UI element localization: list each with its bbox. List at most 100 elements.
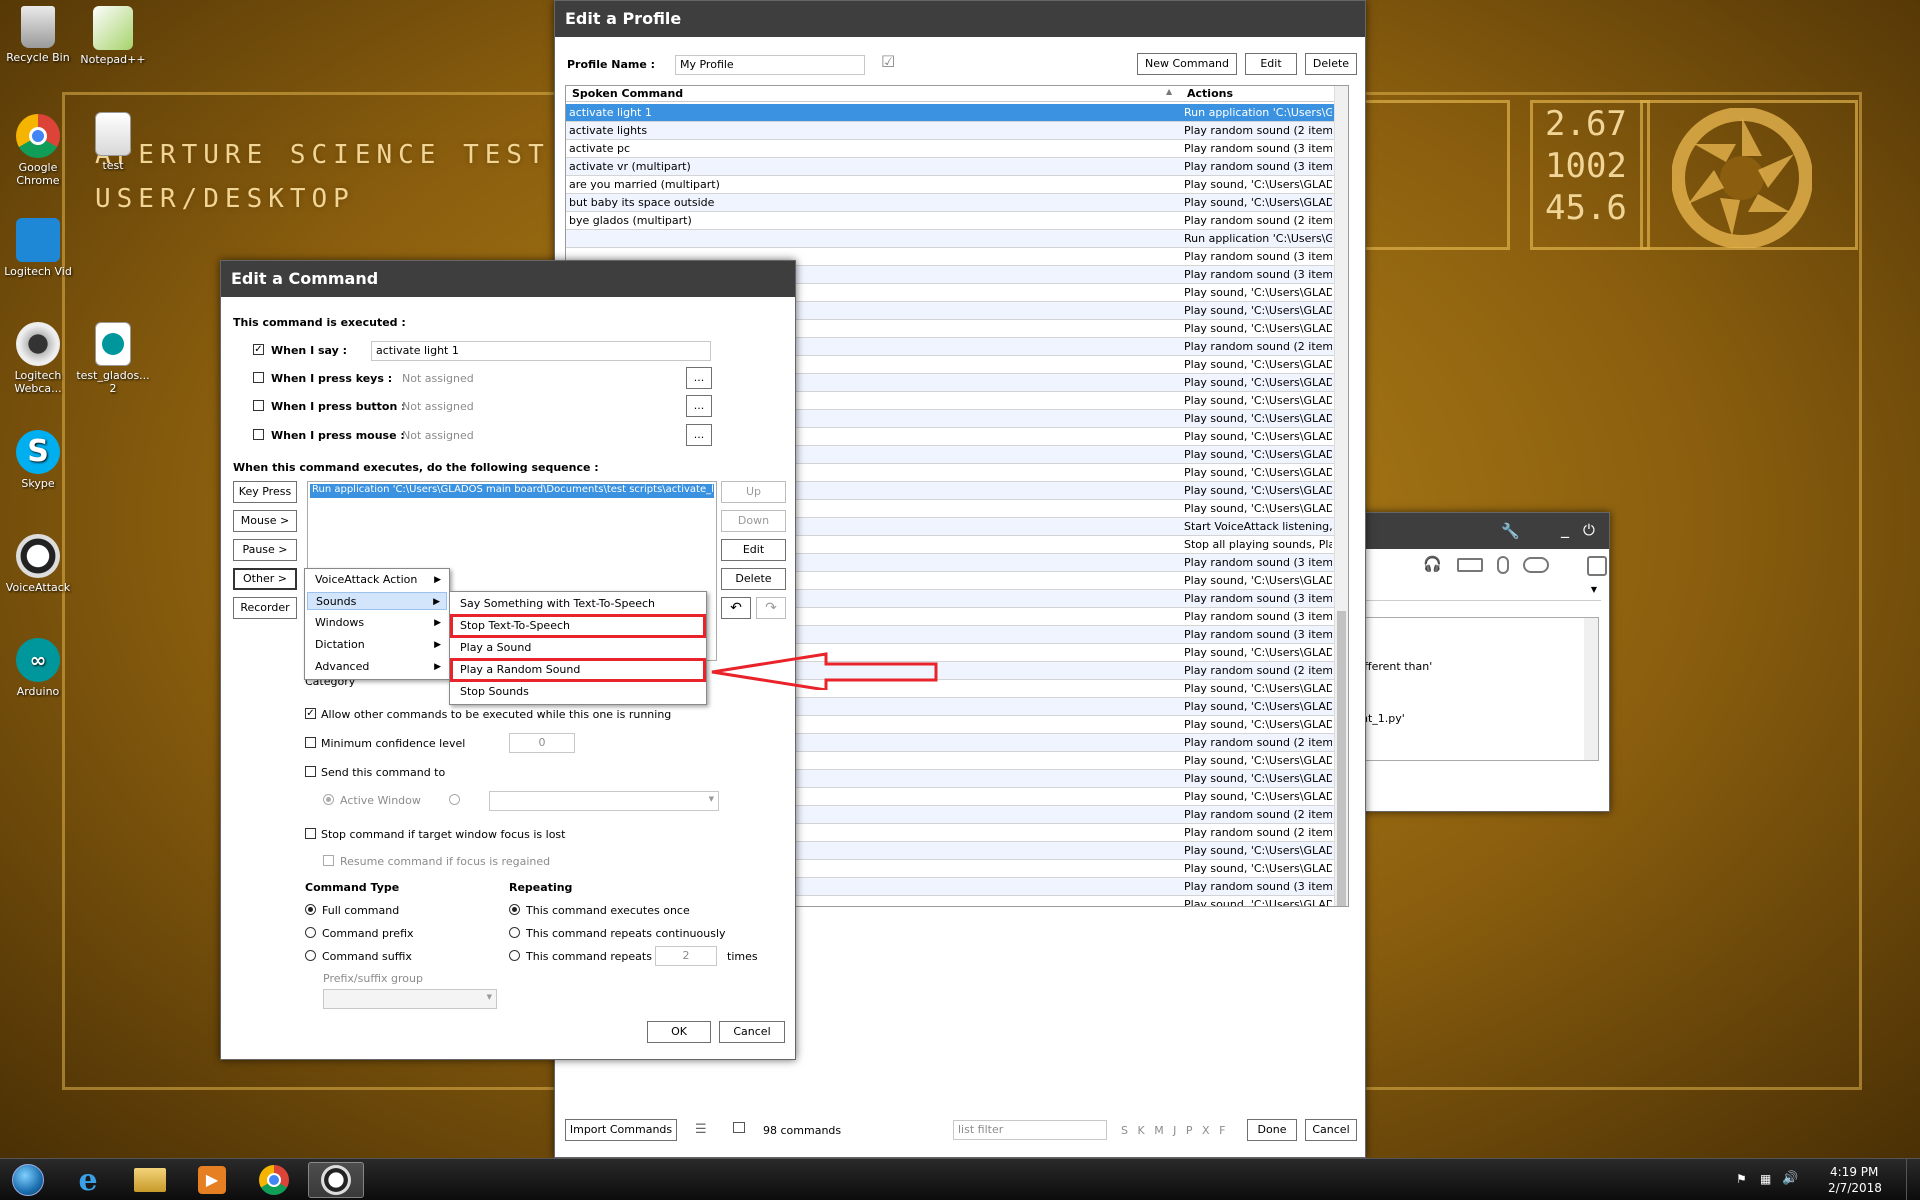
list-view-icon[interactable]: ☰ — [695, 1122, 707, 1137]
menu-item-stop-sounds[interactable]: Stop Sounds — [452, 683, 704, 701]
send-to-checkbox[interactable] — [305, 766, 316, 777]
executes-once-radio[interactable] — [509, 904, 520, 915]
clock-date[interactable]: 2/7/2018 — [1828, 1181, 1882, 1195]
gamepad-icon[interactable] — [1523, 557, 1549, 573]
menu-item-play-sound[interactable]: Play a Sound — [452, 639, 704, 657]
full-command-radio[interactable] — [305, 904, 316, 915]
mouse-button[interactable]: Mouse > — [233, 510, 297, 532]
new-command-button[interactable]: New Command — [1137, 53, 1237, 75]
allow-other-checkbox[interactable]: ✓ — [305, 708, 316, 719]
recorder-button[interactable]: Recorder — [233, 597, 297, 619]
menu-item-say-tts[interactable]: Say Something with Text-To-Speech — [452, 595, 704, 613]
profile-dropdown[interactable]: ▼ — [1351, 583, 1601, 601]
key-press-button[interactable]: Key Press — [233, 481, 297, 503]
delete-profile-button[interactable]: Delete — [1305, 53, 1357, 75]
table-row[interactable]: activate vr (multipart) Play random sound… — [566, 158, 1334, 176]
checkbox-icon[interactable] — [733, 1122, 745, 1133]
desktop-icon-recycle-bin[interactable]: Recycle Bin — [0, 6, 77, 64]
list-filter-input[interactable]: list filter — [953, 1120, 1107, 1140]
when-button-checkbox[interactable] — [253, 400, 264, 411]
stop-icon[interactable] — [1587, 556, 1607, 576]
when-i-say-input[interactable]: activate light 1 — [371, 341, 711, 361]
desktop-icon-voiceattack[interactable]: VoiceAttack — [0, 534, 77, 594]
volume-icon[interactable]: 🔊 — [1782, 1171, 1798, 1186]
desktop-icon-test[interactable]: test — [74, 112, 152, 172]
table-row[interactable]: Run application 'C:\Users\G... — [566, 230, 1334, 248]
taskbar-chrome[interactable] — [246, 1162, 302, 1198]
table-row[interactable]: but baby its space outside Play sound, 'C… — [566, 194, 1334, 212]
minimize-icon[interactable]: _ — [1561, 519, 1569, 538]
checkmark-icon[interactable]: ☑ — [881, 52, 895, 71]
when-keys-checkbox[interactable] — [253, 372, 264, 383]
command-prefix-radio[interactable] — [305, 927, 316, 938]
specific-window-radio[interactable] — [449, 794, 460, 805]
ok-button[interactable]: OK — [647, 1021, 711, 1043]
table-row[interactable]: bye glados (multipart) Play random sound … — [566, 212, 1334, 230]
command-suffix-radio[interactable] — [305, 950, 316, 961]
network-icon[interactable]: ▦ — [1760, 1172, 1771, 1186]
start-button[interactable] — [0, 1162, 56, 1198]
wrench-icon[interactable]: 🔧 — [1501, 522, 1520, 540]
desktop-icon-logitech-webcam[interactable]: Logitech Webca... — [0, 322, 77, 395]
delete-action-button[interactable]: Delete — [721, 568, 786, 590]
active-window-radio[interactable] — [323, 794, 334, 805]
undo-icon[interactable]: ↶ — [721, 597, 751, 619]
menu-item-advanced[interactable]: Advanced ▶ — [307, 658, 447, 676]
min-confidence-stepper[interactable]: 0 — [509, 733, 575, 753]
filter-letters[interactable]: S K M J P X F — [1121, 1124, 1228, 1137]
taskbar-internet-explorer[interactable]: e — [60, 1162, 116, 1198]
menu-item-sounds[interactable]: Sounds ▶ — [307, 592, 447, 610]
stop-if-lost-checkbox[interactable] — [305, 828, 316, 839]
up-button[interactable]: Up — [721, 481, 786, 503]
desktop-icon-arduino[interactable]: ∞ Arduino — [0, 638, 77, 698]
menu-item-dictation[interactable]: Dictation ▶ — [307, 636, 447, 654]
edit-profile-button[interactable]: Edit — [1245, 53, 1297, 75]
assign-keys-button[interactable]: ... — [686, 367, 712, 389]
action-sequence-item[interactable]: Run application 'C:\Users\GLADOS main bo… — [310, 484, 714, 498]
min-confidence-checkbox[interactable] — [305, 737, 316, 748]
power-icon[interactable]: ⏻ — [1583, 521, 1595, 539]
redo-icon[interactable]: ↷ — [756, 597, 786, 619]
log-scrollbar[interactable] — [1584, 618, 1598, 760]
desktop-icon-notepad[interactable]: Notepad++ — [74, 6, 152, 66]
notification-flag-icon[interactable]: ⚑ — [1736, 1172, 1747, 1186]
taskbar-file-explorer[interactable] — [122, 1162, 178, 1198]
taskbar-voiceattack[interactable] — [308, 1162, 364, 1198]
when-mouse-checkbox[interactable] — [253, 429, 264, 440]
repeat-count-stepper[interactable]: 2 — [655, 946, 717, 966]
desktop-icon-logitech-vid[interactable]: Logitech Vid — [0, 218, 77, 278]
pause-button[interactable]: Pause > — [233, 539, 297, 561]
menu-item-windows[interactable]: Windows ▶ — [307, 614, 447, 632]
scroll-thumb[interactable] — [1337, 611, 1346, 906]
mouse-icon[interactable] — [1497, 556, 1509, 574]
down-button[interactable]: Down — [721, 510, 786, 532]
repeats-radio[interactable] — [509, 950, 520, 961]
cancel-command-button[interactable]: Cancel — [719, 1021, 785, 1043]
cancel-profile-button[interactable]: Cancel — [1305, 1119, 1357, 1141]
edit-action-button[interactable]: Edit — [721, 539, 786, 561]
repeats-continuously-radio[interactable] — [509, 927, 520, 938]
table-row[interactable]: activate pc Play random sound (3 items... — [566, 140, 1334, 158]
prefix-group-select[interactable]: ▼ — [323, 989, 497, 1009]
desktop-icon-skype[interactable]: S Skype — [0, 430, 77, 490]
keyboard-icon[interactable] — [1457, 558, 1483, 572]
table-row[interactable]: activate light 1 Run application 'C:\User… — [566, 104, 1334, 122]
done-button[interactable]: Done — [1247, 1119, 1297, 1141]
column-header-actions[interactable]: Actions — [1187, 87, 1233, 100]
table-row[interactable]: are you married (multipart) Play sound, '… — [566, 176, 1334, 194]
assign-button-button[interactable]: ... — [686, 395, 712, 417]
headset-icon[interactable]: 🎧 — [1423, 555, 1442, 573]
clock-time[interactable]: 4:19 PM — [1830, 1165, 1878, 1179]
import-commands-button[interactable]: Import Commands — [565, 1119, 677, 1141]
list-scrollbar[interactable] — [1334, 86, 1348, 906]
profile-name-input[interactable]: My Profile — [675, 55, 865, 75]
resume-if-regained-checkbox[interactable] — [323, 855, 334, 866]
taskbar-media-player[interactable]: ▶ — [184, 1162, 240, 1198]
when-i-say-checkbox[interactable]: ✓ — [253, 344, 264, 355]
desktop-icon-test-glados[interactable]: test_glados... 2 — [74, 322, 152, 395]
target-window-select[interactable]: ▼ — [489, 791, 719, 811]
other-button[interactable]: Other > — [233, 568, 297, 590]
desktop-icon-chrome[interactable]: Google Chrome — [0, 114, 77, 187]
menu-item-voiceattack-action[interactable]: VoiceAttack Action ▶ — [307, 571, 447, 589]
assign-mouse-button[interactable]: ... — [686, 424, 712, 446]
